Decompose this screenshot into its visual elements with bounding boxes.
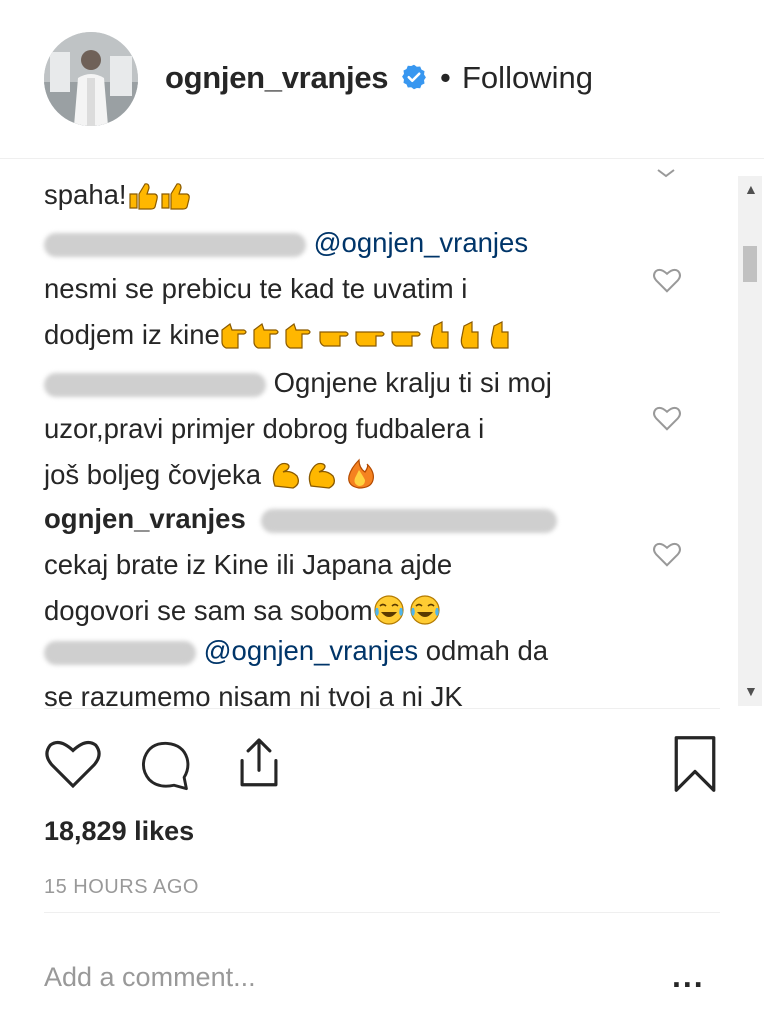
add-comment-input[interactable]: Add a comment... xyxy=(44,962,256,993)
comment-text: nesmi se prebicu te kad te uvatim i xyxy=(44,273,468,304)
like-heart-icon[interactable] xyxy=(44,736,102,790)
comment-item: Ognjene kralju ti si moj uzor,pravi prim… xyxy=(44,360,604,498)
comment-text-row: još boljeg čovjeka xyxy=(44,452,604,498)
comment-item: @ognjen_vranjes nesmi se prebicu te kad … xyxy=(44,220,604,358)
avatar[interactable] xyxy=(44,32,138,126)
comment-item: @ognjen_vranjes odmah da se razumemo nis… xyxy=(44,628,604,708)
like-comment-heart-icon[interactable] xyxy=(652,540,682,568)
comment-text: uzor,pravi primjer dobrog fudbalera i xyxy=(44,413,485,444)
likes-count[interactable]: 18,829 likes xyxy=(44,816,194,847)
mention-link[interactable]: @ognjen_vranjes xyxy=(314,227,528,258)
comment-author-row: @ognjen_vranjes odmah da xyxy=(44,628,604,674)
save-bookmark-icon[interactable] xyxy=(672,734,718,794)
verified-badge-icon xyxy=(402,64,426,90)
blurred-mention xyxy=(261,508,558,533)
comment-author-row: ognjen_vranjes xyxy=(44,496,604,542)
post-username[interactable]: ognjen_vranjes xyxy=(165,60,389,96)
comment-text: spaha! xyxy=(44,179,127,210)
comment-author-row: @ognjen_vranjes xyxy=(44,220,604,266)
mention-link[interactable]: @ognjen_vranjes xyxy=(204,635,418,666)
comment-author[interactable]: ognjen_vranjes xyxy=(44,503,246,534)
comment-text: još boljeg čovjeka xyxy=(44,459,262,490)
comment-bubble-icon[interactable] xyxy=(136,738,194,792)
post-timestamp[interactable]: 15 HOURS AGO xyxy=(44,876,199,899)
like-comment-heart-icon[interactable] xyxy=(652,266,682,294)
separator-dot: • xyxy=(440,60,451,95)
comment-text: Ognjene kralju ti si moj xyxy=(273,367,552,398)
follow-status-button[interactable]: Following xyxy=(462,60,593,96)
chevron-down-icon xyxy=(657,169,675,178)
actions-divider xyxy=(44,708,720,709)
comment-item: spaha! xyxy=(44,172,604,218)
comment-box-divider xyxy=(44,912,720,913)
post-header: ognjen_vranjes • Following xyxy=(0,0,764,160)
comments-scrollbar[interactable]: ▲ ▼ xyxy=(738,176,762,706)
blurred-username xyxy=(44,640,196,665)
comment-text: dogovori se sam sa sobom xyxy=(44,595,373,626)
scroll-thumb[interactable] xyxy=(743,246,757,282)
comment-text-row: dodjem iz kine xyxy=(44,312,604,358)
comment-author-row: Ognjene kralju ti si moj xyxy=(44,360,604,406)
comment-text: cekaj brate iz Kine ili Japana ajde xyxy=(44,549,453,580)
comment-item: ognjen_vranjes cekaj brate iz Kine ili J… xyxy=(44,496,604,634)
comment-text: se razumemo nisam ni tvoj a ni JK xyxy=(44,681,463,708)
flexed-biceps-icon xyxy=(272,458,374,489)
like-comment-heart-icon[interactable] xyxy=(652,404,682,432)
tears-of-joy-icon xyxy=(374,595,440,625)
scroll-up-arrow-icon[interactable]: ▲ xyxy=(744,182,758,196)
share-icon[interactable] xyxy=(230,734,288,792)
comment-text: dodjem iz kine xyxy=(44,319,220,350)
avatar-photo xyxy=(44,32,138,126)
comment-text: odmah da xyxy=(425,635,549,666)
pointing-hand-icon xyxy=(221,321,509,349)
more-options-button[interactable]: ... xyxy=(672,958,705,995)
thumbs-up-icon xyxy=(128,183,190,210)
comments-list[interactable]: spaha! @ognjen_vranjes nesmi se prebicu … xyxy=(0,160,734,708)
post-actions xyxy=(0,730,764,800)
scroll-down-arrow-icon[interactable]: ▼ xyxy=(744,684,758,698)
blurred-username xyxy=(44,372,266,397)
header-divider xyxy=(0,158,764,159)
blurred-username xyxy=(44,232,306,257)
